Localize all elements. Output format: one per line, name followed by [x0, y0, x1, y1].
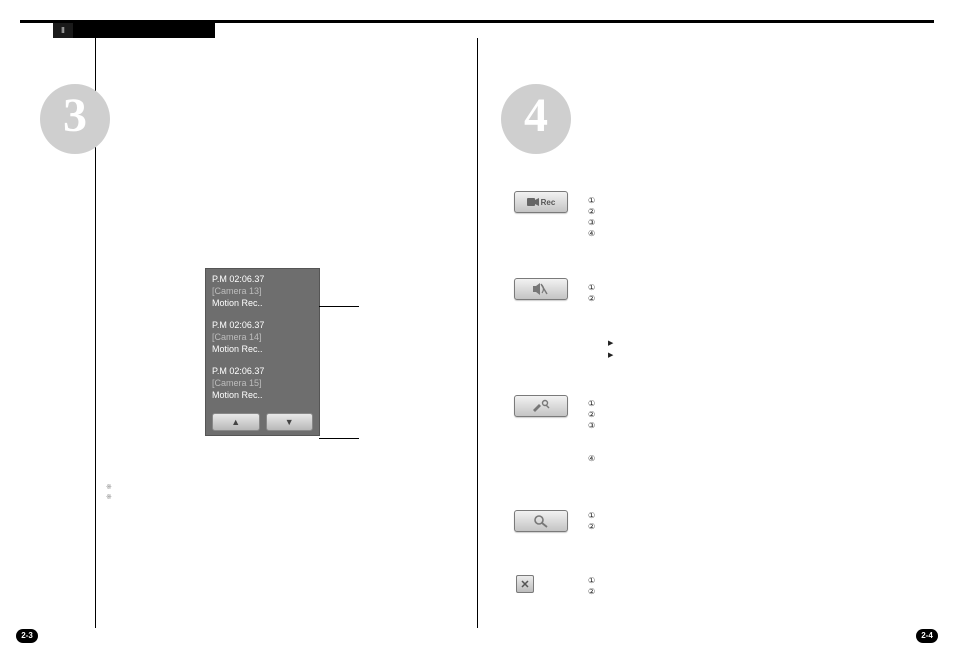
note-item: ③: [588, 217, 595, 228]
camera-icon: [527, 197, 539, 207]
sub-bullet: [608, 338, 619, 347]
setup-button[interactable]: [514, 395, 568, 417]
event-camera: [Camera 15]: [212, 377, 313, 389]
search-button[interactable]: [514, 510, 568, 532]
rec-notes: ① ② ③ ④: [588, 195, 595, 239]
note-item: ②: [588, 206, 595, 217]
event-message: Motion Rec..: [212, 297, 313, 309]
section-marker: Ⅱ: [53, 23, 73, 38]
event-time: P.M 02:06.37: [212, 273, 313, 285]
note-item: ④: [588, 228, 595, 239]
event-camera: [Camera 13]: [212, 285, 313, 297]
note-item: ②: [588, 409, 595, 420]
event-camera: [Camera 14]: [212, 331, 313, 343]
note-item: ①: [588, 510, 595, 521]
close-button[interactable]: ✕: [516, 575, 534, 593]
center-divider: [477, 38, 478, 628]
step-number-3: 3: [40, 84, 110, 154]
callout-line: [319, 306, 359, 307]
note-item: ④: [588, 453, 595, 464]
rec-button[interactable]: Rec: [514, 191, 568, 213]
event-message: Motion Rec..: [212, 389, 313, 401]
rec-label: Rec: [541, 198, 556, 207]
tools-icon: [531, 399, 551, 413]
sub-bullet: [608, 350, 619, 359]
search-notes: ① ②: [588, 510, 595, 532]
scroll-button-row: ▲ ▼: [212, 411, 313, 433]
rec-button-content: Rec: [527, 197, 556, 207]
note-item: ①: [588, 195, 595, 206]
scroll-up-button[interactable]: ▲: [212, 413, 260, 431]
note-item: ②: [588, 521, 595, 532]
note-item: ③: [588, 420, 595, 431]
event-entry: P.M 02:06.37 [Camera 13] Motion Rec..: [212, 273, 313, 309]
page-number-left: 2-3: [16, 629, 38, 643]
event-message: Motion Rec..: [212, 343, 313, 355]
close-notes: ① ②: [588, 575, 595, 597]
scroll-down-button[interactable]: ▼: [266, 413, 314, 431]
note-item: ②: [588, 293, 595, 304]
page-number-right: 2-4: [916, 629, 938, 643]
note-item: ①: [588, 282, 595, 293]
step-number-4: 4: [501, 84, 571, 154]
event-time: P.M 02:06.37: [212, 365, 313, 377]
setup-notes: ① ② ③ ④: [588, 398, 595, 464]
event-entry: P.M 02:06.37 [Camera 15] Motion Rec..: [212, 365, 313, 401]
callout-line: [319, 438, 359, 439]
event-log-panel: P.M 02:06.37 [Camera 13] Motion Rec.. P.…: [205, 268, 320, 436]
audio-button[interactable]: [514, 278, 568, 300]
event-time: P.M 02:06.37: [212, 319, 313, 331]
note-line: [106, 482, 116, 491]
note-item: ②: [588, 586, 595, 597]
speaker-muted-icon: [532, 282, 550, 296]
audio-notes: ① ②: [588, 282, 595, 304]
tab-block: [53, 23, 215, 38]
magnifier-icon: [533, 514, 549, 528]
note-item: ①: [588, 398, 595, 409]
note-item: ①: [588, 575, 595, 586]
note-line: [106, 492, 116, 501]
event-entry: P.M 02:06.37 [Camera 14] Motion Rec..: [212, 319, 313, 355]
